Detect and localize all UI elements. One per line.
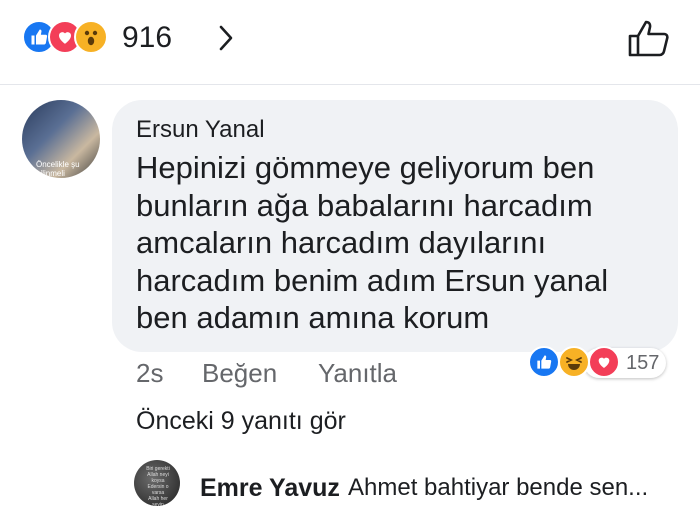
- reply-author[interactable]: Emre Yavuz: [200, 474, 340, 502]
- reactions-header: 916: [0, 0, 700, 85]
- reply-text[interactable]: Ahmet bahtiyar bende sen...: [348, 474, 648, 502]
- like-icon: [528, 346, 560, 378]
- haha-icon: [558, 346, 590, 378]
- love-icon: [588, 346, 620, 378]
- comment-time: 2s: [136, 358, 164, 388]
- comment-reaction-count: 157: [626, 352, 660, 374]
- reply-link[interactable]: Yanıtla: [318, 358, 397, 388]
- comment-author[interactable]: Ersun Yanal: [136, 116, 265, 144]
- commenter-avatar[interactable]: Öncelikle şu bilinmeli kişi savunm: [22, 100, 100, 178]
- like-link[interactable]: Beğen: [202, 358, 277, 388]
- comment-text: Hepinizi gömmeye geliyorum ben bunların …: [136, 150, 609, 335]
- avatar-caption: Öncelikle şu bilinmeli kişi savunm: [36, 160, 80, 178]
- like-button-icon[interactable]: [626, 18, 670, 58]
- comment-reactions[interactable]: 157: [528, 346, 668, 380]
- view-previous-replies[interactable]: Önceki 9 yanıtı gör: [136, 406, 346, 436]
- reply-avatar[interactable]: Biri gerekti Allah neyi koysa Edersin o …: [134, 460, 180, 506]
- avatar-caption: Biri gerekti Allah neyi koysa Edersin o …: [146, 466, 170, 506]
- wow-icon: [74, 20, 108, 54]
- reaction-count: 916: [122, 21, 173, 54]
- chevron-right-icon[interactable]: [218, 24, 234, 56]
